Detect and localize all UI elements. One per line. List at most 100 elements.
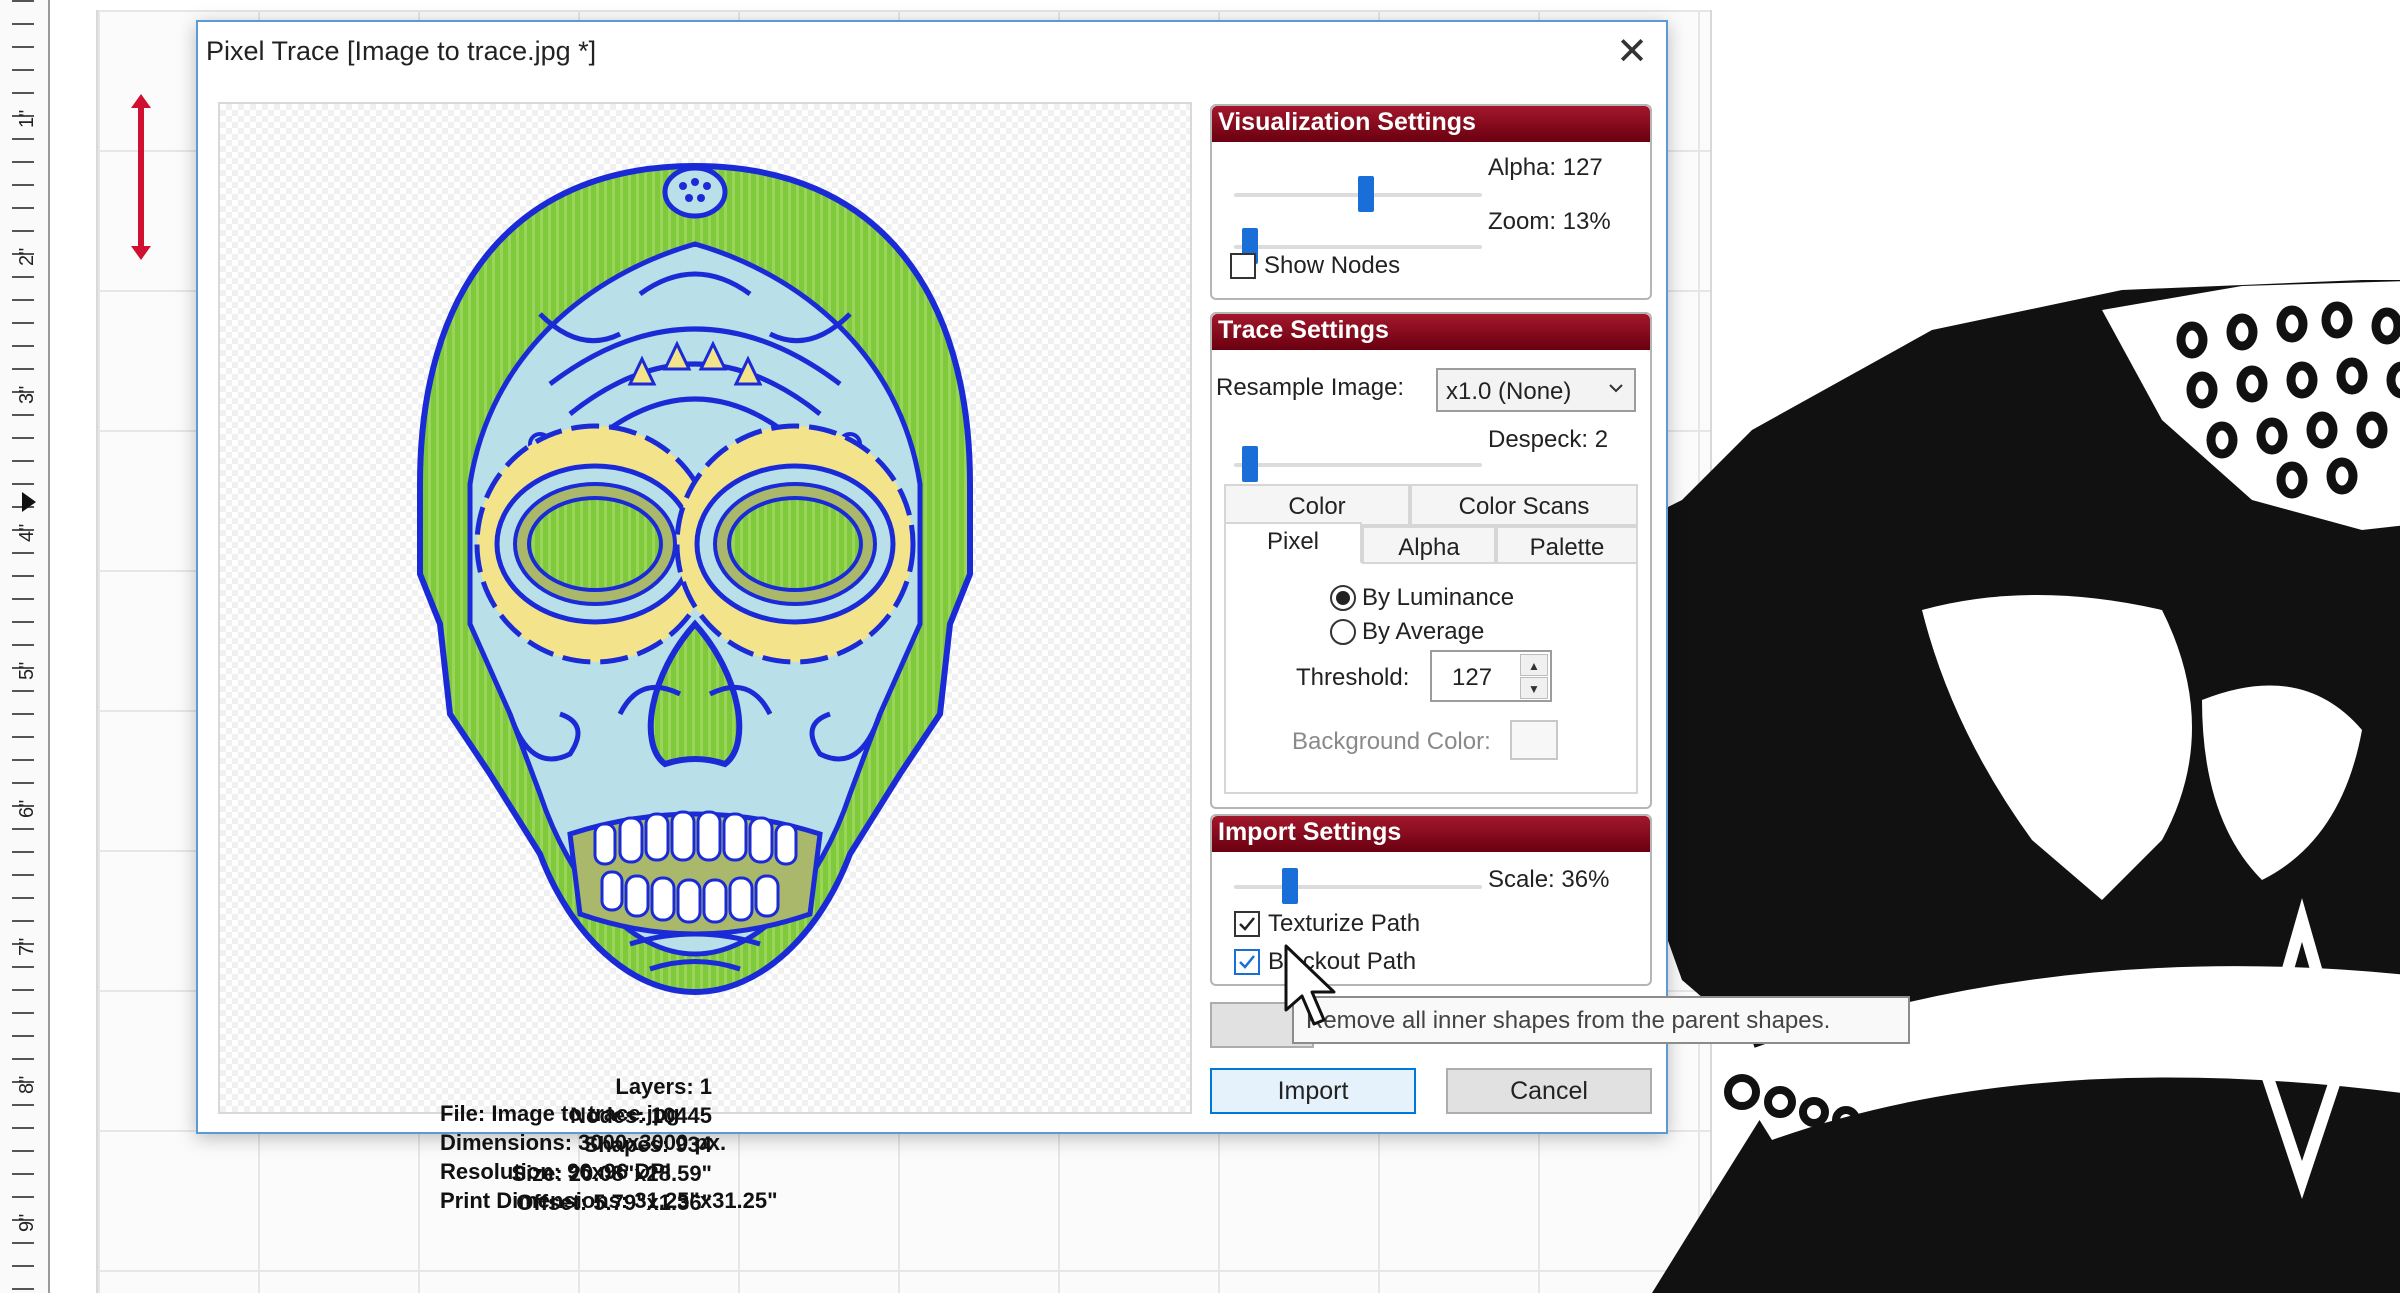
ruler-tick — [12, 207, 34, 209]
alpha-slider[interactable] — [1234, 176, 1482, 212]
layers-count: Layers: 1 — [615, 1074, 712, 1099]
spin-up-icon[interactable]: ▲ — [1520, 654, 1548, 676]
ruler-label: 7" — [16, 937, 38, 956]
ruler-tick — [12, 184, 34, 186]
ruler-tick — [12, 644, 34, 646]
by-average-radio[interactable]: By Average — [1330, 618, 1484, 646]
ruler-tick — [12, 69, 34, 71]
import-settings-group: Import Settings Scale: 36% Texturize Pat… — [1210, 814, 1652, 986]
ruler-tick — [12, 782, 34, 784]
nodes-count: Nodes: 10445 — [570, 1103, 712, 1128]
by-luminance-label: By Luminance — [1362, 584, 1515, 611]
ruler-tick — [12, 1173, 34, 1175]
spin-down-icon[interactable]: ▼ — [1520, 677, 1548, 699]
ruler-tick — [12, 322, 34, 324]
vertical-ruler: 1" 2" 3" 4" 5" 6" 7" 8" 9" — [0, 0, 50, 1293]
trace-size: Size: 20.08"x28.59" — [511, 1161, 712, 1186]
trace-stats: Layers: 1 Nodes: 10445 Shapes: 934 Size:… — [511, 1072, 712, 1217]
ruler-tick — [12, 437, 34, 439]
chevron-down-icon — [1609, 384, 1623, 393]
ruler-tick — [12, 1104, 34, 1106]
texturize-path-checkbox[interactable]: Texturize Path — [1234, 910, 1420, 938]
ruler-tick — [12, 460, 34, 462]
ruler-tick — [12, 897, 34, 899]
ruler-tick — [12, 414, 34, 416]
resample-image-select[interactable]: x1.0 (None) — [1436, 368, 1636, 412]
ruler-tick — [12, 1150, 34, 1152]
ruler-tick — [12, 851, 34, 853]
ruler-tick — [12, 1035, 34, 1037]
trace-offset: Offset: 5.79"x1.36" — [516, 1190, 712, 1215]
checkmark-icon — [1239, 955, 1255, 969]
despeck-slider[interactable] — [1234, 446, 1482, 482]
ruler-label: 4" — [16, 523, 38, 542]
ruler-tick — [12, 1288, 34, 1290]
ruler-tick — [12, 483, 34, 485]
cancel-button[interactable]: Cancel — [1446, 1068, 1652, 1114]
show-nodes-box[interactable] — [1230, 253, 1256, 279]
ruler-tick — [12, 759, 34, 761]
by-average-radio-circle[interactable] — [1330, 619, 1356, 645]
ruler-tick — [12, 1127, 34, 1129]
ruler-tick — [12, 828, 34, 830]
blackout-path-box[interactable] — [1234, 949, 1260, 975]
threshold-label: Threshold: — [1296, 664, 1410, 691]
background-color-label: Background Color: — [1292, 728, 1491, 755]
ruler-tick — [12, 92, 34, 94]
by-luminance-radio-circle[interactable] — [1330, 585, 1356, 611]
shapes-count: Shapes: 934 — [583, 1132, 712, 1157]
checkmark-icon — [1239, 917, 1255, 931]
show-nodes-label: Show Nodes — [1264, 252, 1401, 279]
ruler-tick — [12, 1265, 34, 1267]
dialog-titlebar[interactable]: Pixel Trace [Image to trace.jpg *] ✕ — [198, 22, 1666, 82]
resample-image-value: x1.0 (None) — [1446, 378, 1572, 405]
ruler-tick — [12, 299, 34, 301]
ruler-tick — [12, 1058, 34, 1060]
ruler-tick — [12, 989, 34, 991]
ruler-label: 5" — [16, 661, 38, 680]
ruler-tick — [12, 621, 34, 623]
ruler-tick — [12, 230, 34, 232]
ruler-tick — [12, 345, 34, 347]
tab-color[interactable]: Color — [1224, 484, 1410, 526]
ruler-label: 9" — [16, 1213, 38, 1232]
threshold-spinner[interactable]: 127 ▲ ▼ — [1430, 650, 1552, 702]
dialog-title: Pixel Trace [Image to trace.jpg *] — [206, 36, 597, 66]
ruler-tick — [12, 138, 34, 140]
texturize-path-box[interactable] — [1234, 911, 1260, 937]
close-icon[interactable]: ✕ — [1612, 32, 1652, 72]
ruler-tick — [12, 276, 34, 278]
background-color-swatch[interactable] — [1510, 720, 1558, 760]
ruler-tick — [12, 736, 34, 738]
ruler-tick — [12, 1012, 34, 1014]
scale-label: Scale: 36% — [1488, 866, 1610, 893]
ruler-tick — [12, 0, 34, 2]
tab-color-scans[interactable]: Color Scans — [1410, 484, 1638, 526]
ruler-label: 1" — [16, 109, 38, 128]
ruler-position-marker — [22, 492, 36, 512]
show-nodes-checkbox[interactable]: Show Nodes — [1230, 252, 1400, 280]
ruler-label: 2" — [16, 247, 38, 266]
trace-settings-group: Trace Settings Resample Image: x1.0 (Non… — [1210, 312, 1652, 809]
ruler-tick — [12, 713, 34, 715]
scale-slider-thumb[interactable] — [1282, 868, 1298, 904]
by-luminance-radio[interactable]: By Luminance — [1330, 584, 1514, 612]
ruler-tick — [12, 46, 34, 48]
alpha-slider-thumb[interactable] — [1358, 176, 1374, 212]
visualization-settings-header: Visualization Settings — [1212, 106, 1650, 142]
ruler-tick — [12, 1196, 34, 1198]
trace-preview-pane[interactable]: File: Image to trace.jpg Dimensions: 300… — [218, 102, 1192, 1215]
ruler-tick — [12, 690, 34, 692]
scale-slider[interactable] — [1234, 868, 1482, 904]
zoom-slider[interactable] — [1234, 228, 1482, 264]
visualization-settings-group: Visualization Settings Alpha: 127 Zoom: … — [1210, 104, 1652, 300]
red-arrow-marker — [131, 94, 151, 260]
mouse-cursor-icon — [1284, 944, 1336, 1026]
despeck-slider-thumb[interactable] — [1242, 446, 1258, 482]
threshold-value: 127 — [1452, 664, 1493, 691]
traced-skull-artwork[interactable] — [1602, 280, 2400, 1293]
ruler-tick — [12, 368, 34, 370]
import-button[interactable]: Import — [1210, 1068, 1416, 1114]
by-average-label: By Average — [1362, 618, 1485, 645]
ruler-tick — [12, 874, 34, 876]
